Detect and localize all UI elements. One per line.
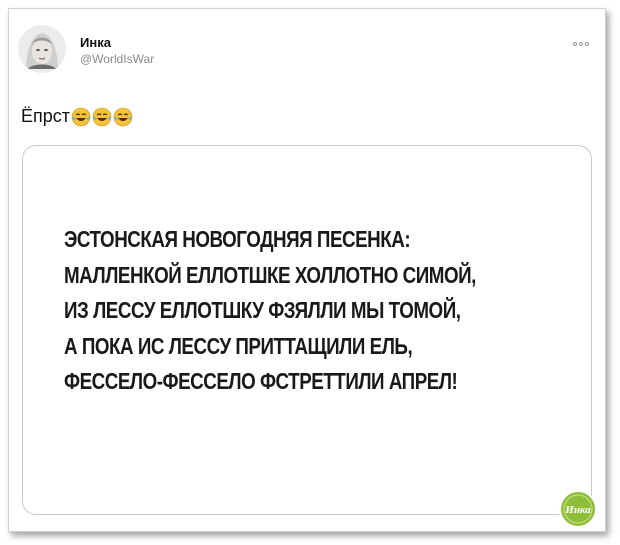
laughing-tears-emoji-icon	[92, 107, 112, 126]
poem-line: ЭСТОНСКАЯ НОВОГОДНЯЯ ПЕСЕНКА:	[64, 226, 411, 252]
author-name[interactable]: Инка	[80, 35, 154, 51]
author-block: Инка @WorldIsWar	[80, 35, 154, 67]
avatar[interactable]	[18, 25, 66, 73]
tweet-text: Ёпрст	[21, 106, 133, 127]
poem-line: МАЛЛЕНКОЙ ЕЛЛОТШКЕ ХОЛЛОТНО СИМОЙ,	[64, 261, 476, 288]
watermark-text: Инка	[564, 504, 591, 516]
poem-line: ИЗ ЛЕССУ ЕЛЛОТШКУ ФЗЯЛЛИ МЫ ТОМОЙ,	[64, 297, 461, 323]
poem-line: А ПОКА ИС ЛЕССУ ПРИТТАЩИЛИ ЕЛЬ,	[64, 332, 413, 359]
author-handle[interactable]: @WorldIsWar	[80, 51, 154, 67]
tweet-text-content: Ёпрст	[21, 106, 71, 126]
avatar-image	[18, 25, 66, 73]
laughing-tears-emoji-icon	[113, 107, 133, 126]
watermark-logo: Инка	[559, 490, 597, 528]
card-poem: ЭСТОНСКАЯ НОВОГОДНЯЯ ПЕСЕНКА: МАЛЛЕНКОЙ …	[64, 222, 476, 400]
laughing-tears-emoji-icon	[71, 107, 91, 126]
poem-line: ФЕССЕЛО-ФЕССЕЛО ФСТРЕТТИЛИ АПРЕЛ!	[64, 368, 458, 394]
more-options-icon[interactable]	[573, 40, 595, 48]
